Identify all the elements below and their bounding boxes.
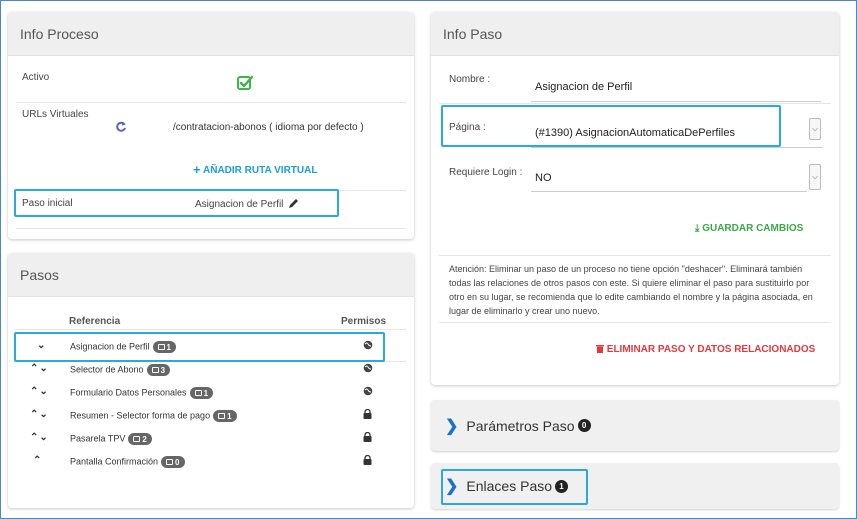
lock-icon: [363, 454, 372, 467]
pasos-header: Pasos: [8, 253, 414, 297]
reorder-arrows[interactable]: ⌃⌄: [30, 432, 49, 443]
paso-links-badge: 0: [161, 456, 185, 468]
paso-name: Pantalla Confirmación 0: [70, 456, 185, 468]
paso-links-count: 0: [175, 457, 180, 467]
paso-name: Pasarela TPV 2: [70, 433, 152, 445]
globe-icon: [363, 386, 373, 398]
delete-label: ELIMINAR PASO Y DATOS RELACIONADOS: [606, 344, 816, 355]
lock-icon: [363, 431, 372, 444]
parametros-paso-accordion[interactable]: ❯ Parámetros Paso 0: [431, 400, 839, 451]
parametros-label: Parámetros Paso: [466, 417, 575, 434]
chevron-up-icon[interactable]: ⌃: [30, 363, 39, 374]
info-paso-title: Info Paso: [443, 25, 503, 42]
save-label: GUARDAR CAMBIOS: [702, 223, 804, 234]
chevron-up-icon[interactable]: ⌃: [30, 409, 39, 420]
enlaces-highlight: [441, 469, 588, 505]
paso-links-count: 1: [227, 411, 232, 421]
link-icon: [133, 436, 141, 442]
reorder-arrows[interactable]: ⌃: [30, 455, 42, 466]
nombre-label: Nombre :: [449, 74, 491, 85]
chevron-down-icon: ⌵: [811, 172, 819, 181]
lock-icon: [363, 408, 372, 421]
paso-links-count: 2: [142, 434, 147, 444]
nombre-input[interactable]: Asignacion de Perfil: [531, 76, 821, 102]
paso-links-badge: 1: [213, 410, 237, 422]
login-dropdown-arrow[interactable]: ⌵: [809, 164, 821, 190]
url-value: /contratacion-abonos ( idioma por defect…: [173, 122, 364, 133]
link-icon: [194, 390, 202, 396]
col-permisos: Permisos: [341, 316, 387, 327]
divider: [16, 102, 406, 103]
save-button[interactable]: ⤓ GUARDAR CAMBIOS: [695, 223, 803, 234]
reorder-arrows[interactable]: ⌃⌄: [30, 386, 49, 397]
paso-row[interactable]: ⌃⌄ Resumen - Selector forma de pago 1: [16, 404, 406, 427]
login-value: NO: [535, 172, 552, 184]
paso-inicial-highlight: [14, 189, 339, 217]
chevron-down-icon[interactable]: ⌄: [39, 432, 48, 443]
login-select[interactable]: NO: [531, 164, 807, 192]
paso-row[interactable]: ⌃⌄ Pasarela TPV 2: [16, 427, 406, 450]
download-icon: ⤓: [695, 223, 700, 234]
add-route-label: AÑADIR RUTA VIRTUAL: [203, 165, 318, 176]
chevron-right-icon: ❯: [445, 417, 459, 435]
col-referencia: Referencia: [69, 316, 121, 327]
divider: [439, 322, 831, 323]
divider: [16, 228, 406, 229]
reorder-arrows[interactable]: ⌃⌄: [30, 363, 49, 374]
activo-label: Activo: [22, 72, 50, 83]
link-icon: [166, 459, 174, 465]
paso-links-badge: 3: [146, 364, 171, 376]
paso-name: Selector de Abono 3: [70, 364, 171, 376]
paso-row[interactable]: ⌃ Pantalla Confirmación 0: [16, 450, 406, 473]
pasos-card: Pasos Referencia Permisos ⌄ Asignacion de…: [8, 253, 414, 508]
info-paso-card: Info Paso Nombre : Asignacion de Perfil …: [431, 12, 839, 385]
refresh-icon[interactable]: [115, 120, 127, 132]
pasos-title: Pasos: [20, 266, 59, 283]
pagina-dropdown-arrow[interactable]: ⌵: [809, 118, 821, 140]
nombre-value: Asignacion de Perfil: [535, 81, 633, 93]
divider: [16, 329, 406, 330]
info-proceso-header: Info Proceso: [8, 12, 414, 56]
divider: [439, 103, 831, 104]
parametros-count: 0: [577, 419, 591, 432]
login-label: Requiere Login :: [449, 167, 523, 178]
urls-label: URLs Virtuales: [22, 109, 89, 120]
paso-row[interactable]: ⌃⌄ Formulario Datos Personales 1: [16, 381, 406, 404]
trash-icon: [596, 344, 604, 356]
chevron-down-icon: ⌵: [811, 124, 819, 133]
paso-links-badge: 1: [189, 387, 214, 399]
globe-icon: [363, 363, 373, 375]
chevron-down-icon[interactable]: ⌄: [39, 409, 48, 420]
paso-name: Formulario Datos Personales 1: [70, 387, 214, 399]
paso-links-badge: 2: [128, 433, 152, 445]
chevron-up-icon[interactable]: ⌃: [30, 432, 39, 443]
activo-check-icon[interactable]: [237, 75, 254, 91]
add-route-button[interactable]: + AÑADIR RUTA VIRTUAL: [193, 162, 317, 177]
paso-row-highlight: [14, 332, 385, 362]
paso-links-count: 1: [203, 388, 209, 398]
paso-links-count: 3: [160, 365, 166, 375]
chevron-down-icon[interactable]: ⌄: [39, 363, 48, 374]
warning-text: Atención: Eliminar un paso de un proceso…: [449, 264, 813, 316]
plus-icon: +: [193, 162, 201, 177]
info-proceso-title: Info Proceso: [20, 25, 99, 42]
chevron-down-icon[interactable]: ⌄: [39, 386, 48, 397]
chevron-up-icon[interactable]: ⌃: [33, 455, 42, 466]
paso-name: Resumen - Selector forma de pago 1: [70, 410, 237, 422]
delete-button[interactable]: ELIMINAR PASO Y DATOS RELACIONADOS: [596, 344, 815, 356]
link-icon: [218, 413, 226, 419]
link-icon: [151, 367, 159, 373]
pagina-highlight: [441, 105, 781, 147]
divider: [439, 255, 831, 256]
reorder-arrows[interactable]: ⌃⌄: [30, 409, 49, 420]
info-paso-header: Info Paso: [431, 12, 839, 56]
chevron-up-icon[interactable]: ⌃: [30, 386, 39, 397]
